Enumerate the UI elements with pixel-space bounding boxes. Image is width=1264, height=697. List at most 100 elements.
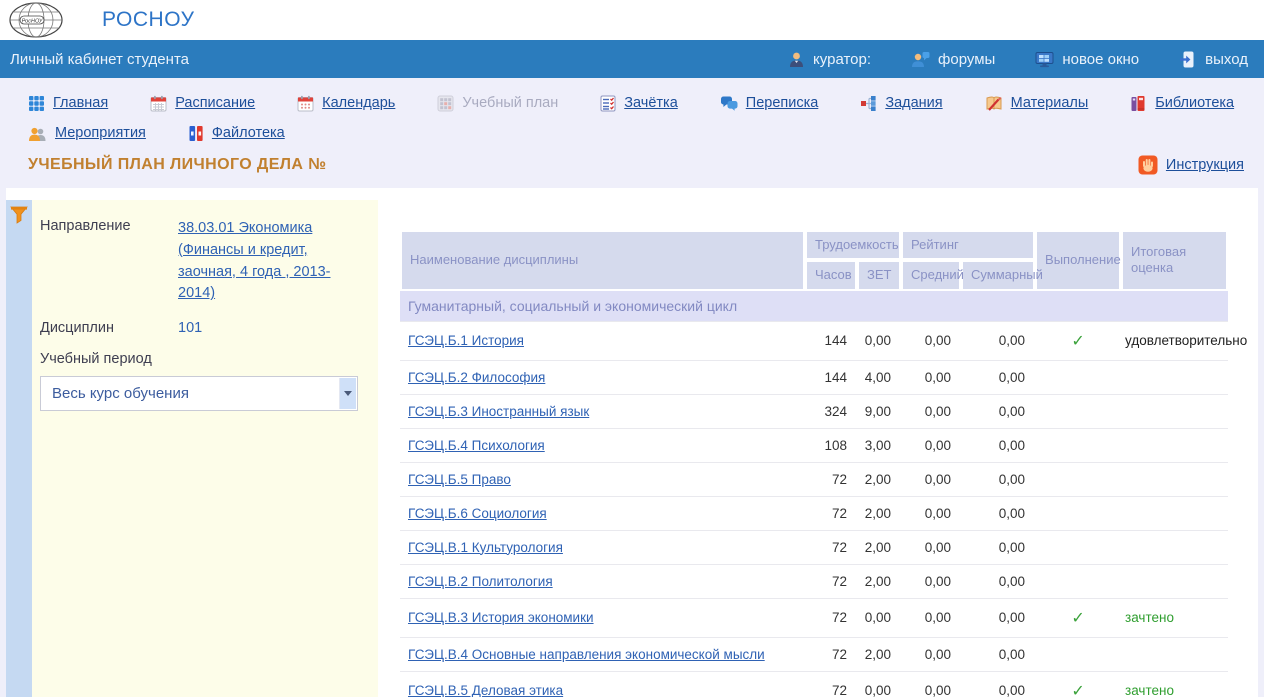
checklist-icon bbox=[600, 95, 616, 112]
sum-value: 0,00 bbox=[961, 322, 1035, 361]
direction-link[interactable]: 38.03.01 Экономика (Финансы и кредит, за… bbox=[178, 218, 366, 305]
books-icon bbox=[1130, 95, 1147, 112]
period-select[interactable]: Весь курс обучения bbox=[40, 376, 358, 411]
chevron-down-icon[interactable] bbox=[339, 378, 356, 409]
check-icon: ✓ bbox=[1071, 333, 1084, 350]
zet-value: 2,00 bbox=[857, 463, 901, 497]
content-area: Направление 38.03.01 Экономика (Финансы … bbox=[6, 188, 1258, 697]
calendar-icon bbox=[150, 95, 167, 112]
logout-link[interactable]: выход bbox=[1179, 51, 1248, 68]
table-row: ГСЭЦ.В.3 История экономики720,000,000,00… bbox=[400, 599, 1228, 638]
sum-value: 0,00 bbox=[961, 395, 1035, 429]
filter-icon bbox=[10, 206, 28, 229]
nav-calendar[interactable]: Календарь bbox=[297, 95, 395, 112]
sum-value: 0,00 bbox=[961, 672, 1035, 697]
sum-value: 0,00 bbox=[961, 565, 1035, 599]
nav-schedule[interactable]: Расписание bbox=[150, 95, 255, 112]
section-row: Гуманитарный, социальный и экономический… bbox=[400, 291, 1228, 322]
table-row: ГСЭЦ.В.1 Культурология722,000,000,00 bbox=[400, 531, 1228, 565]
hours-value: 144 bbox=[805, 361, 857, 395]
period-label: Учебный период bbox=[40, 351, 178, 367]
filter-sidebar: Направление 38.03.01 Экономика (Финансы … bbox=[6, 200, 378, 697]
final-grade: зачтено bbox=[1121, 672, 1228, 697]
col-rating: Рейтинг bbox=[901, 230, 1035, 260]
final-grade: удовлетворительно bbox=[1121, 322, 1228, 361]
discipline-link[interactable]: ГСЭЦ.В.4 Основные направления экономичес… bbox=[408, 647, 765, 662]
final-grade bbox=[1121, 531, 1228, 565]
table-row: ГСЭЦ.Б.4 Психология1083,000,000,00 bbox=[400, 429, 1228, 463]
zet-value: 4,00 bbox=[857, 361, 901, 395]
hours-value: 72 bbox=[805, 463, 857, 497]
calendar-dots-icon bbox=[297, 95, 314, 112]
discipline-link[interactable]: ГСЭЦ.В.5 Деловая этика bbox=[408, 683, 563, 697]
discipline-link[interactable]: ГСЭЦ.В.1 Культурология bbox=[408, 540, 563, 555]
col-load: Трудоемкость bbox=[805, 230, 901, 260]
instruction-link[interactable]: Инструкция bbox=[1138, 155, 1244, 175]
svg-text:РосНОУ: РосНОУ bbox=[22, 19, 43, 25]
discipline-link[interactable]: ГСЭЦ.Б.2 Философия bbox=[408, 370, 545, 385]
avg-value: 0,00 bbox=[901, 463, 961, 497]
zet-value: 0,00 bbox=[857, 599, 901, 638]
sum-value: 0,00 bbox=[961, 497, 1035, 531]
plan-table: Наименование дисциплины Трудоемкость Рей… bbox=[400, 230, 1228, 697]
forums-link[interactable]: форумы bbox=[911, 51, 995, 68]
curator-link[interactable]: куратор: bbox=[788, 51, 871, 68]
discipline-link[interactable]: ГСЭЦ.В.2 Политология bbox=[408, 574, 553, 589]
nav-materials[interactable]: Материалы bbox=[985, 95, 1089, 112]
nav-study-plan: Учебный план bbox=[437, 95, 558, 112]
topbar: Личный кабинет студента куратор: форумы … bbox=[0, 40, 1264, 78]
hours-value: 72 bbox=[805, 531, 857, 565]
nav-events[interactable]: Мероприятия bbox=[28, 125, 146, 142]
avg-value: 0,00 bbox=[901, 497, 961, 531]
sum-value: 0,00 bbox=[961, 463, 1035, 497]
discipline-link[interactable]: ГСЭЦ.Б.6 Социология bbox=[408, 506, 547, 521]
rosnou-logo-icon: РосНОУ bbox=[8, 1, 66, 39]
person-icon bbox=[788, 51, 805, 68]
zet-value: 3,00 bbox=[857, 429, 901, 463]
brand-title: РОСНОУ bbox=[102, 8, 194, 32]
final-grade bbox=[1121, 638, 1228, 672]
hours-value: 72 bbox=[805, 638, 857, 672]
zet-value: 2,00 bbox=[857, 497, 901, 531]
nav-tasks[interactable]: Задания bbox=[860, 95, 942, 112]
check-icon: ✓ bbox=[1071, 683, 1084, 697]
discipline-link[interactable]: ГСЭЦ.Б.4 Психология bbox=[408, 438, 545, 453]
hours-value: 72 bbox=[805, 599, 857, 638]
hierarchy-icon bbox=[860, 95, 877, 112]
nav-files[interactable]: Файлотека bbox=[188, 125, 285, 142]
chat-bubbles-icon bbox=[720, 95, 738, 112]
nav-library[interactable]: Библиотека bbox=[1130, 95, 1234, 112]
main-menu: Главная Расписание Календарь Учебный пла… bbox=[0, 78, 1264, 148]
plan-main: Наименование дисциплины Трудоемкость Рей… bbox=[378, 188, 1228, 697]
zet-value: 2,00 bbox=[857, 638, 901, 672]
hours-value: 72 bbox=[805, 497, 857, 531]
sum-value: 0,00 bbox=[961, 638, 1035, 672]
final-grade bbox=[1121, 361, 1228, 395]
col-hours: Часов bbox=[805, 260, 857, 290]
discipline-link[interactable]: ГСЭЦ.Б.3 Иностранный язык bbox=[408, 404, 589, 419]
nav-gradebook[interactable]: Зачётка bbox=[600, 95, 678, 112]
discipline-link[interactable]: ГСЭЦ.В.3 История экономики bbox=[408, 610, 594, 625]
discipline-link[interactable]: ГСЭЦ.Б.1 История bbox=[408, 333, 524, 348]
hand-icon bbox=[1138, 155, 1158, 175]
discipline-link[interactable]: ГСЭЦ.Б.5 Право bbox=[408, 472, 511, 487]
avg-value: 0,00 bbox=[901, 361, 961, 395]
col-sum: Суммарный bbox=[961, 260, 1035, 290]
avg-value: 0,00 bbox=[901, 531, 961, 565]
grid-icon bbox=[28, 95, 45, 112]
final-grade bbox=[1121, 463, 1228, 497]
sum-value: 0,00 bbox=[961, 599, 1035, 638]
check-icon: ✓ bbox=[1071, 610, 1084, 627]
exit-icon bbox=[1179, 51, 1197, 68]
person-chat-icon bbox=[911, 51, 930, 68]
final-grade bbox=[1121, 565, 1228, 599]
avg-value: 0,00 bbox=[901, 672, 961, 697]
new-window-link[interactable]: новое окно bbox=[1035, 51, 1139, 68]
nav-home[interactable]: Главная bbox=[28, 95, 108, 112]
disciplines-count: 101 bbox=[178, 320, 202, 336]
table-row: ГСЭЦ.Б.6 Социология722,000,000,00 bbox=[400, 497, 1228, 531]
page-title: УЧЕБНЫЙ ПЛАН ЛИЧНОГО ДЕЛА № bbox=[28, 154, 326, 176]
table-row: ГСЭЦ.В.4 Основные направления экономичес… bbox=[400, 638, 1228, 672]
nav-messages[interactable]: Переписка bbox=[720, 95, 819, 112]
zet-value: 2,00 bbox=[857, 565, 901, 599]
